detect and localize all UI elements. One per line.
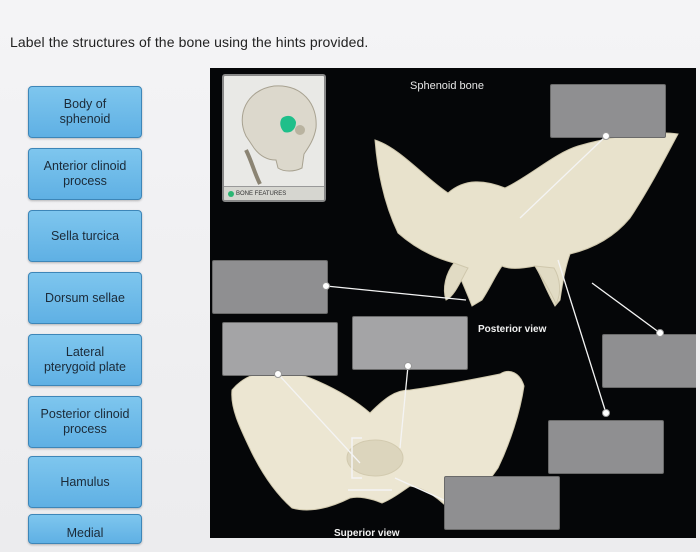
pin-4 [602,409,610,417]
label-sella-turcica[interactable]: Sella turcica [28,210,142,262]
figure-title: Sphenoid bone [410,80,485,92]
pin-1 [602,132,610,140]
label-anterior-clinoid-process[interactable]: Anterior clinoid process [28,148,142,200]
label-hamulus[interactable]: Hamulus [28,456,142,508]
skull-thumbnail[interactable]: BONE FEATURES [222,74,326,202]
figure-panel: BONE FEATURES Sphenoid bone Posterior vi… [210,68,696,538]
pin-6 [404,362,412,370]
feature-dot-icon [228,191,234,197]
pin-2 [322,282,330,290]
drop-zone-6[interactable] [548,420,664,474]
posterior-view-bone [374,132,679,307]
drop-zone-1[interactable] [550,84,666,138]
posterior-view-caption: Posterior view [478,324,547,335]
label-body-of-sphenoid[interactable]: Body of sphenoid [28,86,142,138]
drop-zone-2[interactable] [212,260,328,314]
label-dorsum-sellae[interactable]: Dorsum sellae [28,272,142,324]
label-lateral-pterygoid-plate[interactable]: Lateral pterygoid plate [28,334,142,386]
drop-zone-5[interactable] [602,334,696,388]
pin-5 [274,370,282,378]
drop-zone-3[interactable] [222,322,338,376]
instruction-text: Label the structures of the bone using t… [10,34,369,50]
pin-3 [656,329,664,337]
superior-view-caption: Superior view [334,528,400,538]
drop-zone-7[interactable] [444,476,560,530]
skull-icon [241,85,317,185]
label-posterior-clinoid-process[interactable]: Posterior clinoid process [28,396,142,448]
label-medial[interactable]: Medial [28,514,142,544]
thumbnail-caption: BONE FEATURES [224,186,324,200]
